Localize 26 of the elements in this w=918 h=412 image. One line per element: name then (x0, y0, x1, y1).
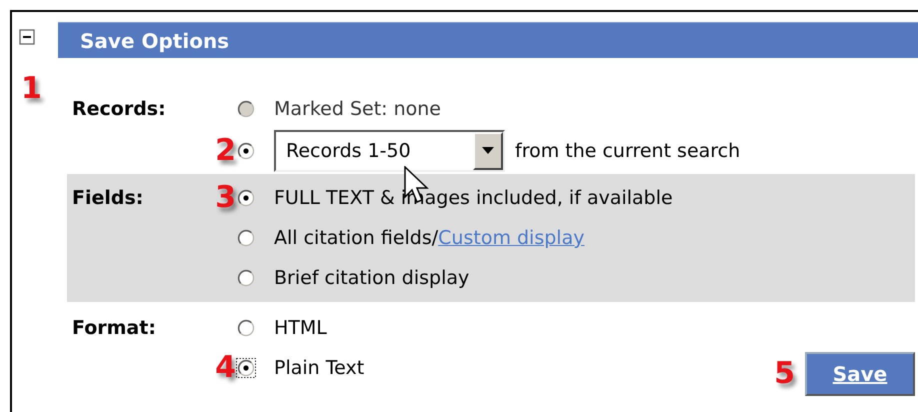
callout-number: 2 (215, 134, 236, 168)
option-label: HTML (274, 317, 327, 339)
records-dropdown[interactable]: Records 1-50 (274, 130, 505, 172)
callout-number: 1 (21, 72, 42, 106)
callout-number: 4 (215, 351, 236, 385)
option-label: Plain Text (274, 357, 364, 379)
section-header: Save Options (58, 22, 918, 58)
radio-button[interactable] (236, 358, 256, 378)
field-label: Records: (71, 97, 167, 122)
option-label: Brief citation display (274, 267, 470, 289)
option-label: All citation fields/Custom display (274, 227, 584, 249)
callout-number: 5 (774, 357, 795, 391)
field-label: Format: (71, 316, 157, 341)
collapse-icon[interactable] (19, 29, 35, 45)
option-label: from the current search (515, 140, 740, 162)
callout-number: 3 (215, 181, 236, 215)
save-button[interactable]: Save (805, 352, 915, 396)
caret-icon (482, 147, 494, 155)
radio-button[interactable] (236, 141, 256, 161)
radio-button[interactable] (236, 268, 256, 288)
field-label: Fields: (71, 186, 144, 211)
radio-button[interactable] (236, 188, 256, 208)
radio-button[interactable] (236, 318, 256, 338)
option-label: Marked Set: none (274, 98, 442, 120)
radio-button[interactable] (236, 228, 256, 248)
custom-display-link[interactable]: Custom display (438, 227, 584, 249)
